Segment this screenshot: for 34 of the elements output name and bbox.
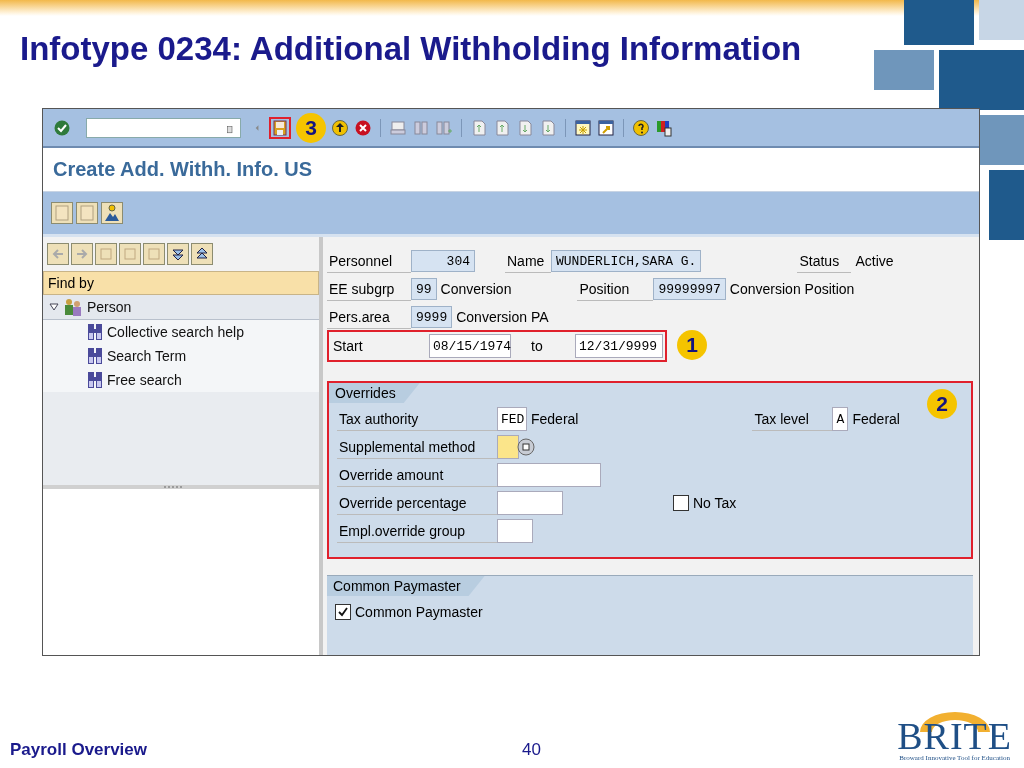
field-value: WUNDERLICH,SARA G. (551, 250, 702, 272)
group-title: Common Paymaster (327, 576, 485, 596)
screen-title: Create Add. Withh. Info. US (53, 158, 313, 181)
date-field[interactable]: 08/15/1974 (429, 334, 511, 358)
tree-item[interactable]: Collective search help (43, 320, 319, 344)
callout-number: 2 (927, 389, 957, 419)
tree-item[interactable]: Search Term (43, 344, 319, 368)
field-text: Conversion PA (456, 309, 549, 325)
checkbox-label: Common Paymaster (355, 604, 483, 620)
field-value: 99 (411, 278, 437, 300)
find-by-header: Find by (43, 271, 319, 295)
field-value[interactable]: FED (497, 407, 527, 431)
field-text: Conversion (440, 281, 512, 297)
field-label: Status (797, 249, 852, 273)
callout-number: 1 (677, 330, 707, 360)
field-label: to (531, 338, 544, 354)
page-number: 40 (522, 740, 541, 760)
tree-item[interactable]: Free search (43, 368, 319, 392)
date-field[interactable]: 12/31/9999 (575, 334, 663, 358)
group-title: Overrides (329, 383, 420, 403)
field-value: 9999 (411, 306, 453, 328)
callout-number: 3 (296, 112, 326, 143)
field-value: 304 (411, 250, 475, 272)
footer-text: Payroll Overview (10, 740, 148, 760)
field-value: Active (855, 253, 894, 269)
tree-node[interactable]: Person (43, 295, 319, 320)
field-text: Federal (852, 411, 900, 427)
field-value: 99999997 (653, 278, 726, 300)
field-text: Conversion Position (729, 281, 855, 297)
field-value[interactable]: A (832, 407, 849, 431)
checkbox-label: No Tax (693, 495, 737, 511)
field-label: Start (333, 338, 364, 354)
slide-title: Infotype 0234: Additional Withholding Information (20, 30, 803, 69)
field-text: Federal (531, 411, 579, 427)
